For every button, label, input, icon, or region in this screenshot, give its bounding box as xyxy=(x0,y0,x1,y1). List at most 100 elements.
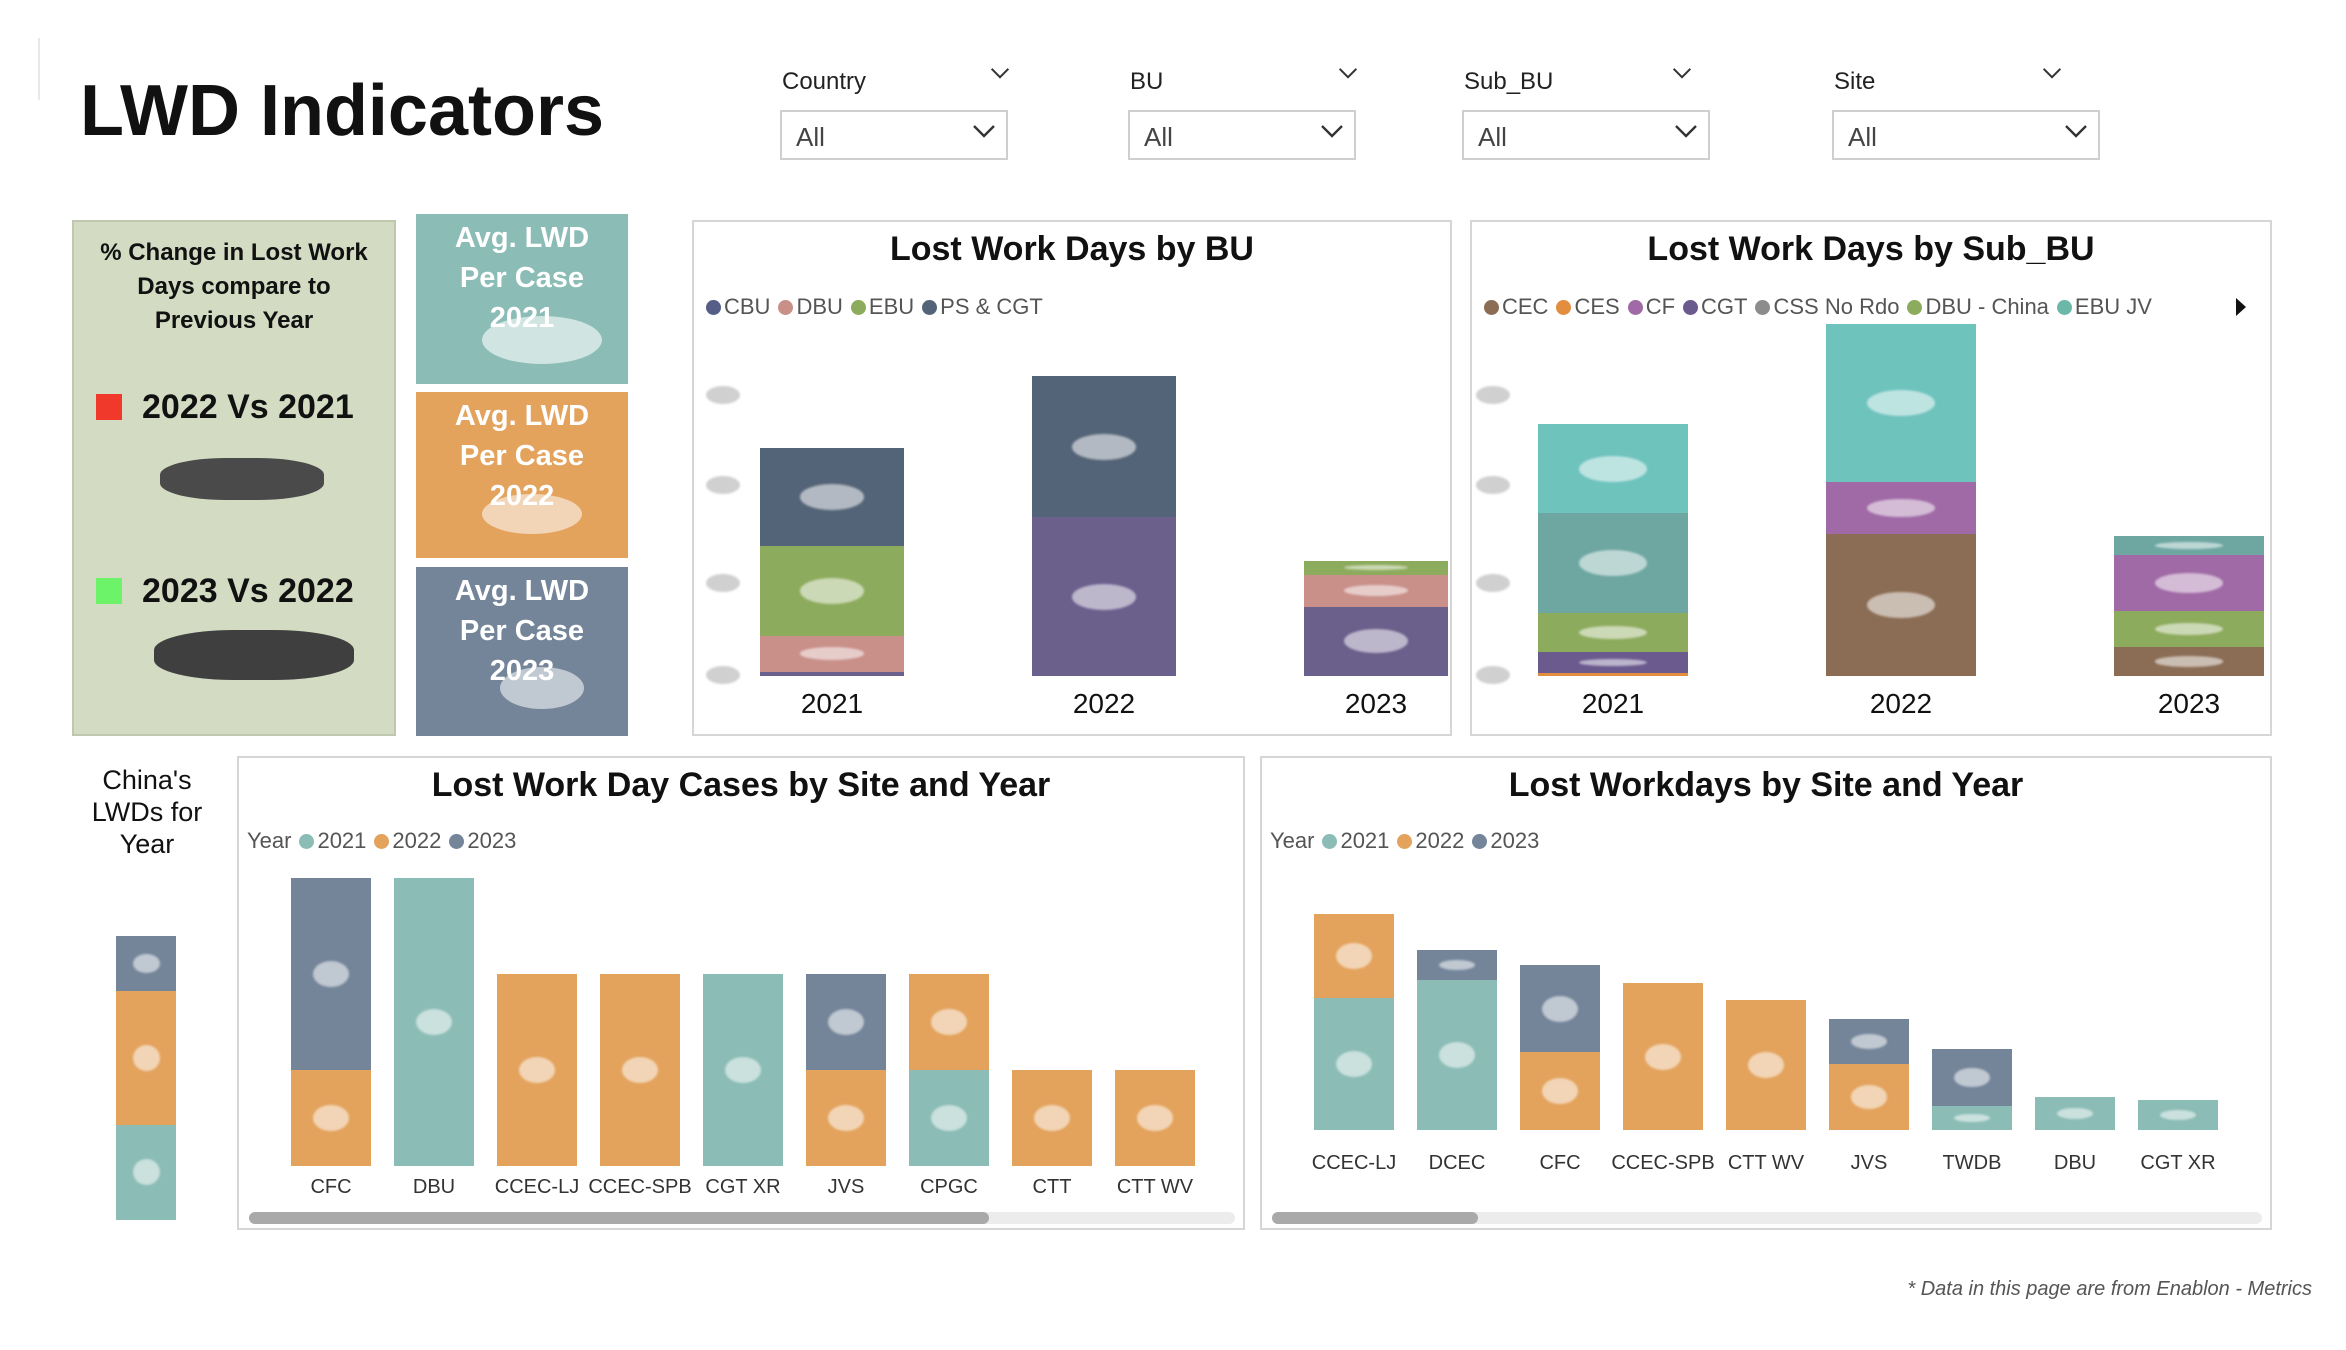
bar-segment[interactable] xyxy=(1826,324,1976,483)
slicer-dropdown-country[interactable]: All xyxy=(780,110,1008,160)
data-label-blur xyxy=(1867,592,1935,619)
slicer-selected-value: All xyxy=(1848,122,1877,152)
slicer-label-0: Country xyxy=(782,68,867,95)
bar-segment[interactable] xyxy=(760,671,904,676)
data-label-blur xyxy=(1867,499,1935,518)
bar-segment[interactable] xyxy=(1115,1070,1195,1166)
data-label-blur xyxy=(416,1009,452,1035)
chart-lwd-by-bu[interactable]: Lost Work Days by BU CBU DBU EBU PS & CGT 2… xyxy=(692,220,1452,736)
page-title: LWD Indicators xyxy=(80,71,605,151)
bar-segment[interactable] xyxy=(2114,646,2264,676)
bar-segment[interactable] xyxy=(291,878,371,1070)
scrollbar-thumb[interactable] xyxy=(249,1212,989,1224)
data-label-blur xyxy=(1439,1042,1475,1068)
slicer-header-chevron-icon[interactable] xyxy=(1338,66,1358,84)
bar-segment[interactable] xyxy=(703,974,783,1166)
card-avg-2022: Avg. LWD Per Case 2022 xyxy=(416,392,628,558)
bar-segment[interactable] xyxy=(1826,534,1976,676)
bar-segment[interactable] xyxy=(1538,424,1688,514)
bar-segment[interactable] xyxy=(1314,998,1394,1130)
chart-lwd-cases-by-site[interactable]: Lost Work Day Cases by Site and Year Yea… xyxy=(237,756,1245,1230)
data-label-blur xyxy=(1439,959,1475,971)
data-label-blur xyxy=(1034,1105,1070,1131)
bar-segment[interactable] xyxy=(1520,1052,1600,1130)
scrollbar-thumb[interactable] xyxy=(1272,1212,1478,1224)
bar-segment[interactable] xyxy=(1538,613,1688,652)
bar-segment[interactable] xyxy=(1032,376,1176,518)
data-label-blur xyxy=(931,1105,967,1131)
slicer-dropdown-sub_bu[interactable]: All xyxy=(1462,110,1710,160)
data-label-blur xyxy=(1542,995,1578,1022)
bar-segment[interactable] xyxy=(909,1070,989,1166)
bar-segment[interactable] xyxy=(1304,575,1448,607)
china-lwd-title: China's LWDs for Year xyxy=(91,765,203,859)
bar-segment[interactable] xyxy=(497,974,577,1166)
data-label-blur xyxy=(2160,1109,2196,1121)
bar-segment[interactable] xyxy=(1304,606,1448,676)
bar-segment[interactable] xyxy=(1417,980,1497,1130)
bar-segment[interactable] xyxy=(1032,517,1176,676)
bar-segment[interactable] xyxy=(1304,560,1448,576)
slicer-header-chevron-icon[interactable] xyxy=(990,66,1010,84)
data-label-blur xyxy=(132,1044,160,1071)
data-label-blur xyxy=(1579,455,1647,482)
bar-segment[interactable] xyxy=(600,974,680,1166)
bar-segment[interactable] xyxy=(1932,1049,2012,1106)
bar-segment[interactable] xyxy=(1417,950,1497,980)
x-axis-label: CGT XR xyxy=(2140,1152,2216,1174)
data-label-blur xyxy=(1867,390,1935,417)
slicer-selected-value: All xyxy=(796,122,825,152)
x-axis-label: 2023 xyxy=(2157,688,2221,719)
card-value-2022 xyxy=(482,494,582,534)
bar-segment[interactable] xyxy=(1826,482,1976,535)
bar-segment[interactable] xyxy=(1829,1019,1909,1064)
bar-segment[interactable] xyxy=(1314,914,1394,998)
x-axis-label: CTT WV xyxy=(1727,1152,1805,1174)
bar-segment[interactable] xyxy=(1726,999,1806,1130)
data-label-blur xyxy=(132,1159,160,1186)
slicer-header-chevron-icon[interactable] xyxy=(1672,66,1692,84)
bar-segment[interactable] xyxy=(2138,1100,2218,1130)
y-axis-tick-blur xyxy=(1476,574,1510,592)
bar-segment[interactable] xyxy=(1932,1106,2012,1130)
bar-segment[interactable] xyxy=(1538,513,1688,614)
bar-segment[interactable] xyxy=(1538,672,1688,676)
bar-segment[interactable] xyxy=(2114,611,2264,647)
x-axis-label: JVS xyxy=(827,1176,865,1198)
x-axis-label: CCEC-LJ xyxy=(494,1176,580,1198)
bar-segment[interactable] xyxy=(2114,535,2264,556)
bar-segment[interactable] xyxy=(806,974,886,1070)
slicer-dropdown-bu[interactable]: All xyxy=(1128,110,1356,160)
bar-segment[interactable] xyxy=(2114,555,2264,612)
bar-segment[interactable] xyxy=(760,448,904,547)
kpi-label-2023: 2023 Vs 2022 xyxy=(142,572,354,610)
bar-segment[interactable] xyxy=(2035,1097,2115,1130)
chart-lwd-by-sub-bu[interactable]: Lost Work Days by Sub_BU CEC CES CF CGT CSS … xyxy=(1470,220,2272,736)
bar-segment[interactable] xyxy=(291,1070,371,1166)
kpi-heading: % Change in Lost Work Days compare to Pr… xyxy=(100,239,368,334)
bar-segment[interactable] xyxy=(1623,983,1703,1130)
slicer-header-chevron-icon[interactable] xyxy=(2042,66,2062,84)
card-avg-2021: Avg. LWD Per Case 2021 xyxy=(416,214,628,384)
bar-segment[interactable] xyxy=(760,546,904,636)
slicer-selected-value: All xyxy=(1144,122,1173,152)
data-label-blur xyxy=(132,953,160,974)
bar-segment[interactable] xyxy=(394,878,474,1166)
x-axis-label: CPGC xyxy=(920,1176,978,1198)
bar-segment[interactable] xyxy=(116,936,176,992)
bar-segment[interactable] xyxy=(760,635,904,672)
bar-segment[interactable] xyxy=(1012,1070,1092,1166)
bar-segment[interactable] xyxy=(1520,965,1600,1052)
data-label-blur xyxy=(1579,625,1647,640)
bar-segment[interactable] xyxy=(116,991,176,1125)
bar-segment[interactable] xyxy=(1538,651,1688,673)
bar-segment[interactable] xyxy=(909,974,989,1070)
chart-lost-workdays-by-site[interactable]: Lost Workdays by Site and Year Year 2021 2… xyxy=(1260,756,2272,1230)
slicer-dropdown-site[interactable]: All xyxy=(1832,110,2100,160)
data-label-blur xyxy=(1336,1051,1372,1077)
bar-segment[interactable] xyxy=(116,1124,176,1220)
bar-segment[interactable] xyxy=(1829,1064,1909,1130)
bar-segment[interactable] xyxy=(806,1070,886,1166)
china-lwd-bar xyxy=(116,936,176,1220)
footnote: * Data in this page are from Enablon - M… xyxy=(1907,1278,2312,1300)
